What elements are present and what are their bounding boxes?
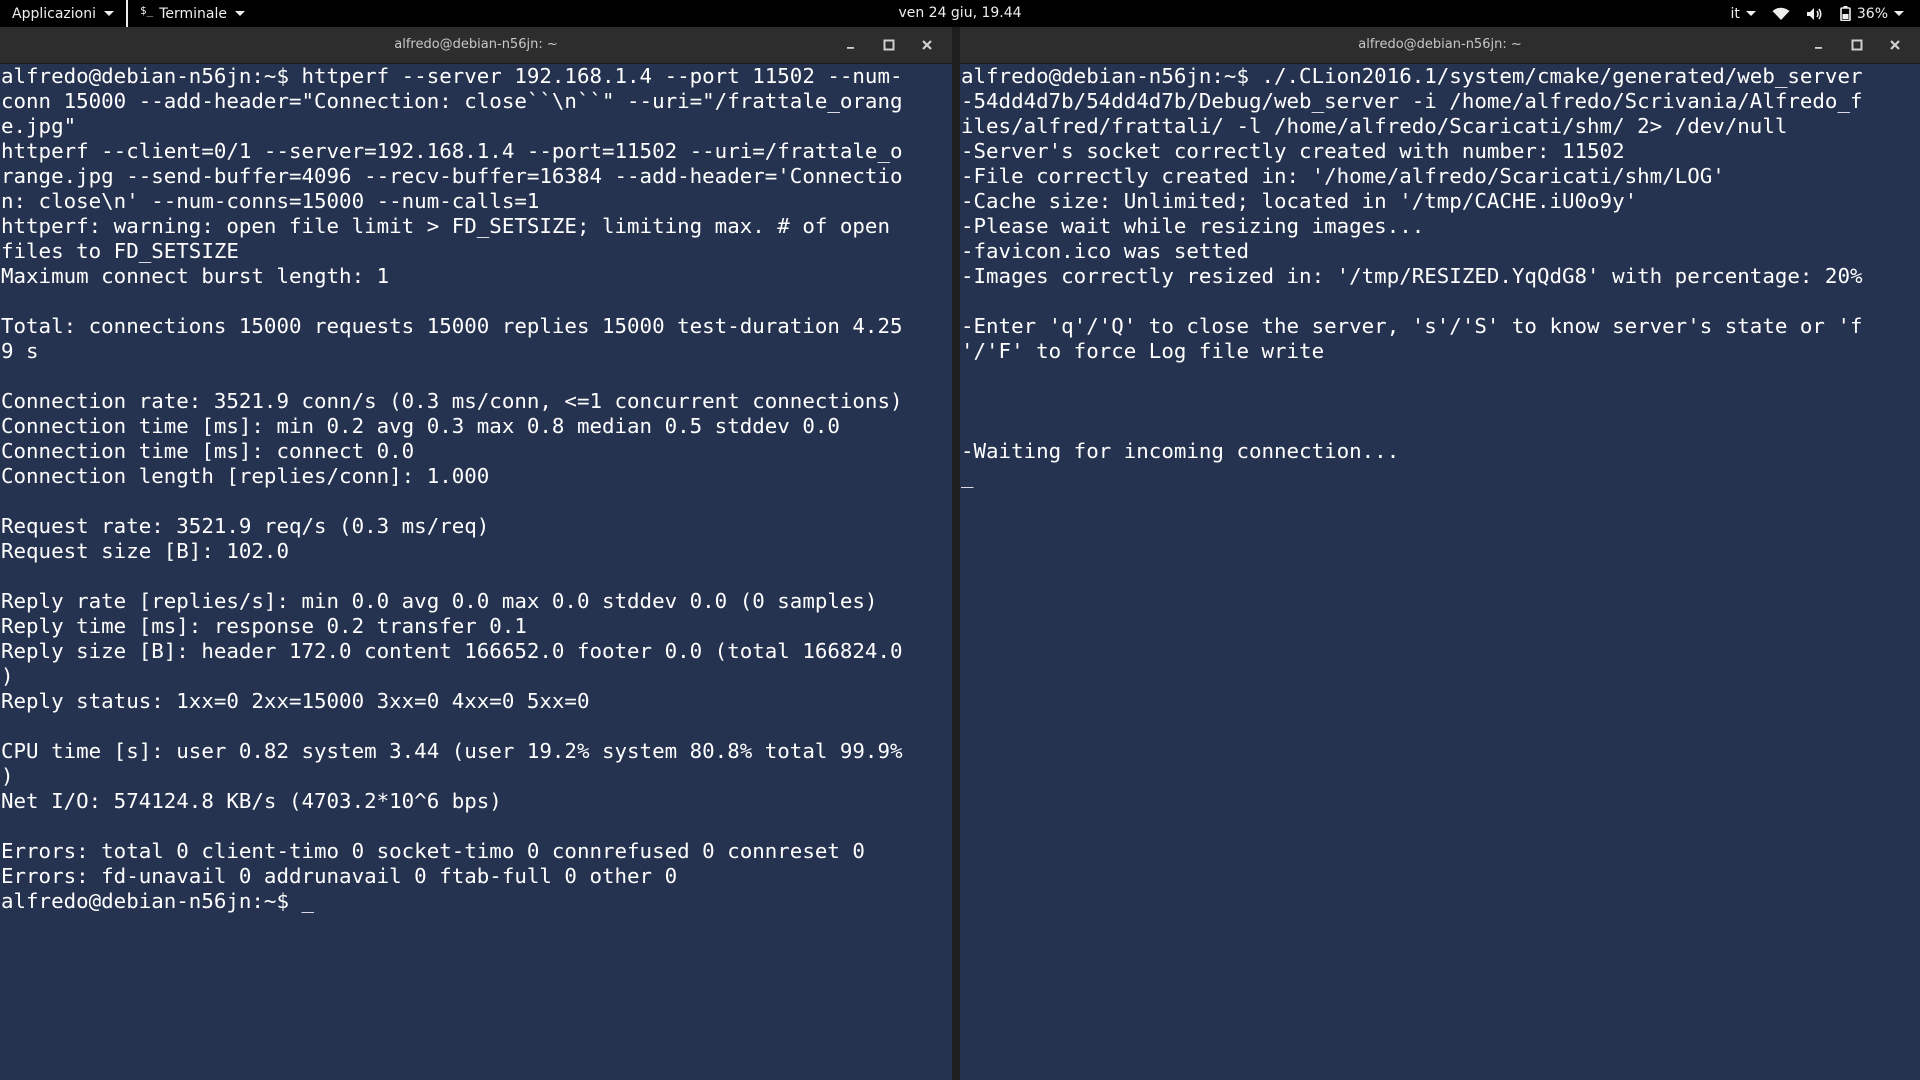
terminal-output[interactable]: alfredo@debian-n56jn:~$ httperf --server… (1, 64, 952, 1080)
minimize-button[interactable] (1800, 27, 1838, 63)
language-indicator[interactable]: it (1722, 0, 1763, 27)
terminal-line: files to FD_SETSIZE (1, 239, 239, 263)
terminal-line: -Waiting for incoming connection... (961, 439, 1400, 463)
applications-menu-label: Applicazioni (12, 5, 96, 22)
terminal-output[interactable]: alfredo@debian-n56jn:~$ ./.CLion2016.1/s… (961, 64, 1920, 1080)
terminal-line: Connection time [ms]: min 0.2 avg 0.3 ma… (1, 414, 840, 438)
wifi-icon[interactable] (1764, 0, 1798, 27)
terminal-line: Connection length [replies/conn]: 1.000 (1, 464, 490, 488)
chevron-down-icon (235, 11, 246, 16)
terminal-line: Net I/O: 574124.8 KB/s (4703.2*10^6 bps) (1, 789, 502, 813)
terminal-line: alfredo@debian-n56jn:~$ ./.CLion2016.1/s… (961, 64, 1863, 88)
chevron-down-icon (1894, 11, 1904, 16)
terminal-line: Reply status: 1xx=0 2xx=15000 3xx=0 4xx=… (1, 689, 590, 713)
top-panel-left: Applicazioni $_ Terminale (0, 0, 257, 27)
terminal-line: -Server's socket correctly created with … (961, 139, 1625, 163)
terminal-line: alfredo@debian-n56jn:~$ httperf --server… (1, 64, 903, 88)
terminal-line: Errors: fd-unavail 0 addrunavail 0 ftab-… (1, 864, 678, 888)
maximize-button[interactable] (870, 27, 908, 63)
window-controls (832, 27, 946, 63)
terminal-line: Request size [B]: 102.0 (1, 539, 289, 563)
terminal-line: Total: connections 15000 requests 15000 … (1, 314, 903, 338)
terminal-window-right[interactable]: alfredo@debian-n56jn: ~ alfredo@debian-n… (960, 27, 1920, 1080)
terminal-line: ) (1, 664, 14, 688)
window-titlebar[interactable]: alfredo@debian-n56jn: ~ (960, 27, 1920, 64)
app-menu-label: Terminale (159, 5, 228, 22)
terminal-line: _ (961, 464, 974, 488)
terminal-line: n: close\n' --num-conns=15000 --num-call… (1, 189, 540, 213)
clock[interactable]: ven 24 giu, 19.44 (0, 0, 1920, 27)
terminal-line: alfredo@debian-n56jn:~$ _ (1, 889, 315, 913)
chevron-down-icon (103, 11, 114, 16)
terminal-line: Reply rate [replies/s]: min 0.0 avg 0.0 … (1, 589, 878, 613)
volume-icon[interactable] (1798, 0, 1832, 27)
terminal-line: Maximum connect burst length: 1 (1, 264, 390, 288)
terminal-line: '/'F' to force Log file write (961, 339, 1325, 363)
battery-icon (1840, 6, 1851, 21)
terminal-line: -favicon.ico was setted (961, 239, 1249, 263)
terminal-line: -Please wait while resizing images... (961, 214, 1425, 238)
minimize-button[interactable] (832, 27, 870, 63)
terminal-line: httperf: warning: open file limit > FD_S… (1, 214, 890, 238)
window-title: alfredo@debian-n56jn: ~ (394, 37, 558, 52)
top-panel: Applicazioni $_ Terminale ven 24 giu, 19… (0, 0, 1920, 27)
terminal-line: Reply time [ms]: response 0.2 transfer 0… (1, 614, 527, 638)
terminal-line: 9 s (1, 339, 39, 363)
terminal-icon: $_ (139, 4, 154, 17)
terminal-line: Connection time [ms]: connect 0.0 (1, 439, 415, 463)
terminal-line: conn 15000 --add-header="Connection: clo… (1, 89, 903, 113)
window-divider[interactable] (952, 27, 960, 1080)
terminal-line: iles/alfred/frattali/ -l /home/alfredo/S… (961, 114, 1788, 138)
terminal-line: -Cache size: Unlimited; located in '/tmp… (961, 189, 1638, 213)
close-button[interactable] (1876, 27, 1914, 63)
window-title: alfredo@debian-n56jn: ~ (1358, 37, 1522, 52)
close-button[interactable] (908, 27, 946, 63)
app-menu-terminal[interactable]: $_ Terminale (128, 0, 257, 27)
window-controls (1800, 27, 1914, 63)
terminal-line: e.jpg" (1, 114, 77, 138)
terminal-line: -File correctly created in: '/home/alfre… (961, 164, 1725, 188)
battery-indicator[interactable]: 36% (1832, 0, 1912, 27)
terminal-line: -Images correctly resized in: '/tmp/RESI… (961, 264, 1863, 288)
battery-percent: 36% (1856, 5, 1888, 22)
window-titlebar[interactable]: alfredo@debian-n56jn: ~ (0, 27, 952, 64)
chevron-down-icon (1745, 11, 1756, 16)
terminal-line: Connection rate: 3521.9 conn/s (0.3 ms/c… (1, 389, 903, 413)
maximize-button[interactable] (1838, 27, 1876, 63)
applications-menu[interactable]: Applicazioni (0, 0, 126, 27)
terminal-line: CPU time [s]: user 0.82 system 3.44 (use… (1, 739, 903, 763)
terminal-window-left[interactable]: alfredo@debian-n56jn: ~ alfredo@debian-n… (0, 27, 952, 1080)
terminal-line: -Enter 'q'/'Q' to close the server, 's'/… (961, 314, 1863, 338)
status-area[interactable]: it 36% (1722, 0, 1912, 27)
terminal-line: -54dd4d7b/54dd4d7b/Debug/web_server -i /… (961, 89, 1863, 113)
terminal-line: Reply size [B]: header 172.0 content 166… (1, 639, 903, 663)
terminal-line: Errors: total 0 client-timo 0 socket-tim… (1, 839, 865, 863)
terminal-line: ) (1, 764, 14, 788)
language-label: it (1730, 5, 1740, 22)
terminal-line: Request rate: 3521.9 req/s (0.3 ms/req) (1, 514, 490, 538)
terminal-line: httperf --client=0/1 --server=192.168.1.… (1, 139, 903, 163)
terminal-line: range.jpg --send-buffer=4096 --recv-buff… (1, 164, 903, 188)
